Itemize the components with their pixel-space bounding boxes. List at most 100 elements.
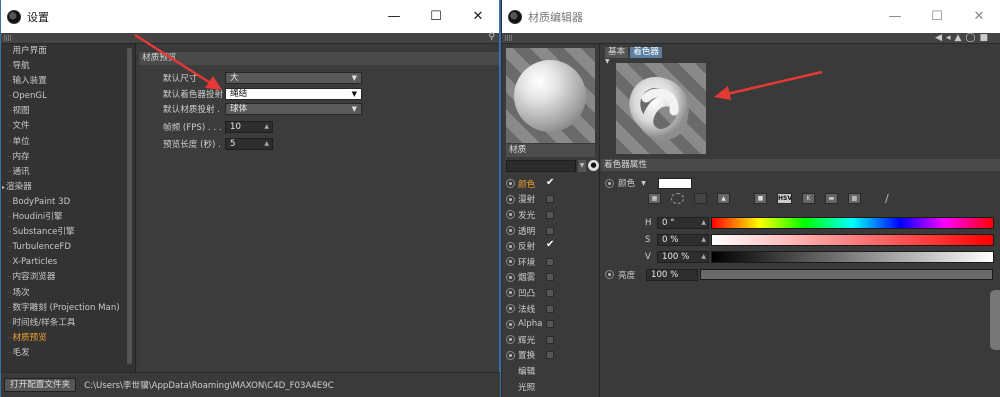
sidebar-item[interactable]: ··文件 <box>1 119 135 134</box>
sidebar-item[interactable]: ··毛发 <box>1 346 135 361</box>
image-icon[interactable]: ▲ <box>717 193 730 204</box>
channel-checkbox[interactable] <box>546 273 554 282</box>
sidebar-item[interactable]: ··内容浏览器 <box>1 270 135 285</box>
animate-radio-icon[interactable] <box>506 257 515 267</box>
channel-row[interactable]: Alpha <box>506 316 598 332</box>
sidebar-item[interactable]: ··X-Particles <box>1 255 135 270</box>
sidebar-item[interactable]: ··TurbulenceFD <box>1 240 135 255</box>
maximize-icon[interactable]: ☐ <box>916 0 958 33</box>
collapse-arrow-icon[interactable]: ▼ <box>605 58 610 65</box>
navigation-icons[interactable]: ◀◂▲◯■ <box>935 33 992 43</box>
channel-checkbox[interactable] <box>546 195 554 204</box>
scroll-handle[interactable] <box>990 290 1000 350</box>
channel-checkbox[interactable] <box>546 320 554 329</box>
pick-icon[interactable]: ● <box>588 160 599 171</box>
channel-checkbox[interactable] <box>546 288 554 297</box>
eyedropper-icon[interactable]: ∕ <box>885 192 889 205</box>
channel-row[interactable]: 颜色 ✔ <box>506 176 598 192</box>
channel-row[interactable]: 发光 <box>506 207 598 223</box>
value-input[interactable]: 100 % ▲ <box>657 250 709 263</box>
animate-radio-icon[interactable] <box>506 194 515 204</box>
sidebar-item[interactable]: ··Houdini引擎 <box>1 210 135 225</box>
animate-radio-icon[interactable] <box>506 319 515 329</box>
animate-radio-icon[interactable] <box>506 335 515 345</box>
channel-row[interactable]: 光照 <box>506 379 598 395</box>
channel-row[interactable]: 漫射 <box>506 192 598 208</box>
hue-slider[interactable] <box>711 216 994 229</box>
animate-radio-icon[interactable] <box>506 350 515 360</box>
sidebar-item[interactable]: ··通讯 <box>1 165 135 180</box>
default-material-projection-dropdown[interactable]: 球体 ▼ <box>225 103 362 115</box>
sidebar-item[interactable]: ··OpenGL <box>1 89 135 104</box>
shader-preview[interactable] <box>616 63 706 154</box>
saturation-slider[interactable] <box>711 233 994 246</box>
channel-checkbox[interactable] <box>546 210 554 219</box>
preview-length-input[interactable]: 5 ▲ <box>225 138 273 150</box>
animate-radio-icon[interactable] <box>506 288 515 298</box>
material-field[interactable] <box>506 160 576 172</box>
tab-shader[interactable]: 着色器 <box>630 47 662 58</box>
animate-radio-icon[interactable] <box>506 179 515 189</box>
sidebar-item[interactable]: ··内存 <box>1 150 135 165</box>
channel-checkbox[interactable] <box>546 226 554 235</box>
spectrum-icon[interactable]: ▦ <box>648 193 661 204</box>
minimize-icon[interactable]: — <box>874 0 916 33</box>
channel-row[interactable]: 透明 <box>506 223 598 239</box>
sidebar-item[interactable]: ··材质预览 <box>1 331 135 346</box>
sidebar-item[interactable]: ··单位 <box>1 135 135 150</box>
animate-radio-icon[interactable] <box>605 270 614 279</box>
channel-row[interactable]: 反射 ✔ <box>506 238 598 254</box>
channel-checkbox[interactable] <box>546 304 554 313</box>
spinner-icon[interactable]: ▲ <box>701 252 706 262</box>
sidebar-item[interactable]: ··用户界面 <box>1 44 135 59</box>
palette-icon[interactable]: ▩ <box>848 193 861 204</box>
channel-row[interactable]: 辉光 <box>506 332 598 348</box>
channel-checkbox[interactable] <box>546 335 554 344</box>
spinner-icon[interactable]: ▲ <box>701 235 706 245</box>
color-wheel-icon[interactable] <box>671 193 684 204</box>
brightness-input[interactable]: 100 % <box>646 268 698 281</box>
hsv-icon[interactable]: HSV <box>777 193 792 204</box>
spinner-icon[interactable]: ▲ <box>264 122 269 132</box>
channel-row[interactable]: 编辑 <box>506 363 598 379</box>
channel-checkbox[interactable]: ✔ <box>546 177 554 188</box>
close-icon[interactable]: ✕ <box>457 0 499 33</box>
animate-radio-icon[interactable] <box>605 178 614 188</box>
fps-input[interactable]: 10 ▲ <box>225 121 273 133</box>
sidebar-item[interactable]: ··时间线/样条工具 <box>1 316 135 331</box>
channel-row[interactable]: 烟雾 <box>506 270 598 286</box>
channel-row[interactable]: 凹凸 <box>506 285 598 301</box>
search-icon[interactable]: ⚲ <box>488 32 495 42</box>
animate-radio-icon[interactable] <box>506 304 515 314</box>
close-icon[interactable]: ✕ <box>958 0 1000 33</box>
channel-checkbox[interactable]: ✔ <box>546 240 554 250</box>
animate-radio-icon[interactable] <box>506 210 515 220</box>
minimize-icon[interactable]: — <box>373 0 415 33</box>
sidebar-item[interactable]: ··视图 <box>1 104 135 119</box>
mixer-icon[interactable]: ▬ <box>825 193 838 204</box>
channel-row[interactable]: 置换 <box>506 348 598 364</box>
default-size-dropdown[interactable]: 大 ▼ <box>225 72 362 84</box>
color-swatch[interactable] <box>657 177 692 189</box>
sidebar-item[interactable]: ··BodyPaint 3D <box>1 195 135 210</box>
sidebar-item[interactable]: ··场次 <box>1 286 135 301</box>
value-slider[interactable] <box>711 250 994 263</box>
maximize-icon[interactable]: ☐ <box>415 0 457 33</box>
chevron-down-icon[interactable]: ▼ <box>578 160 586 172</box>
chevron-down-icon[interactable]: ▼ <box>641 180 646 187</box>
animate-radio-icon[interactable] <box>506 241 515 251</box>
grip-icon[interactable] <box>505 35 513 41</box>
open-config-folder-button[interactable]: 打开配置文件夹 <box>4 378 77 392</box>
animate-radio-icon[interactable] <box>506 272 515 282</box>
default-shader-projection-dropdown[interactable]: 绳结 ▼ <box>225 88 362 100</box>
material-preview[interactable] <box>506 48 595 143</box>
sidebar-item[interactable]: ··数字雕刻 (Projection Man) <box>1 301 135 316</box>
sidebar-item[interactable]: ··Substance引擎 <box>1 225 135 240</box>
channel-checkbox[interactable] <box>546 351 554 360</box>
grip-icon[interactable] <box>4 35 12 41</box>
kelvin-icon[interactable]: K <box>802 193 815 204</box>
gradient-icon[interactable] <box>694 193 707 204</box>
channel-checkbox[interactable] <box>546 257 554 266</box>
spinner-icon[interactable]: ▲ <box>701 218 706 228</box>
hue-input[interactable]: 0 ° ▲ <box>657 216 709 229</box>
